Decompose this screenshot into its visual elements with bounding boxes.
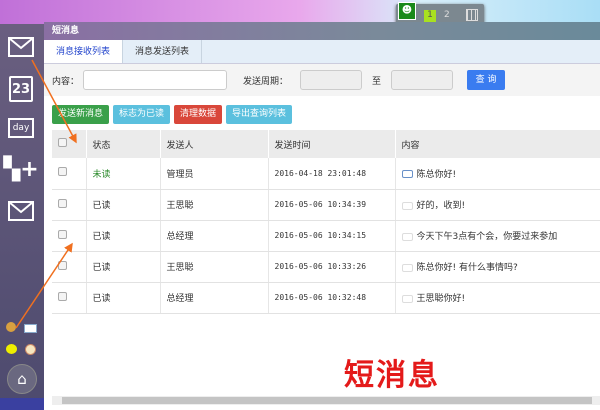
annotation-arrows — [15, 59, 77, 329]
arrow-2 — [15, 242, 73, 329]
arrow-1 — [31, 59, 77, 144]
